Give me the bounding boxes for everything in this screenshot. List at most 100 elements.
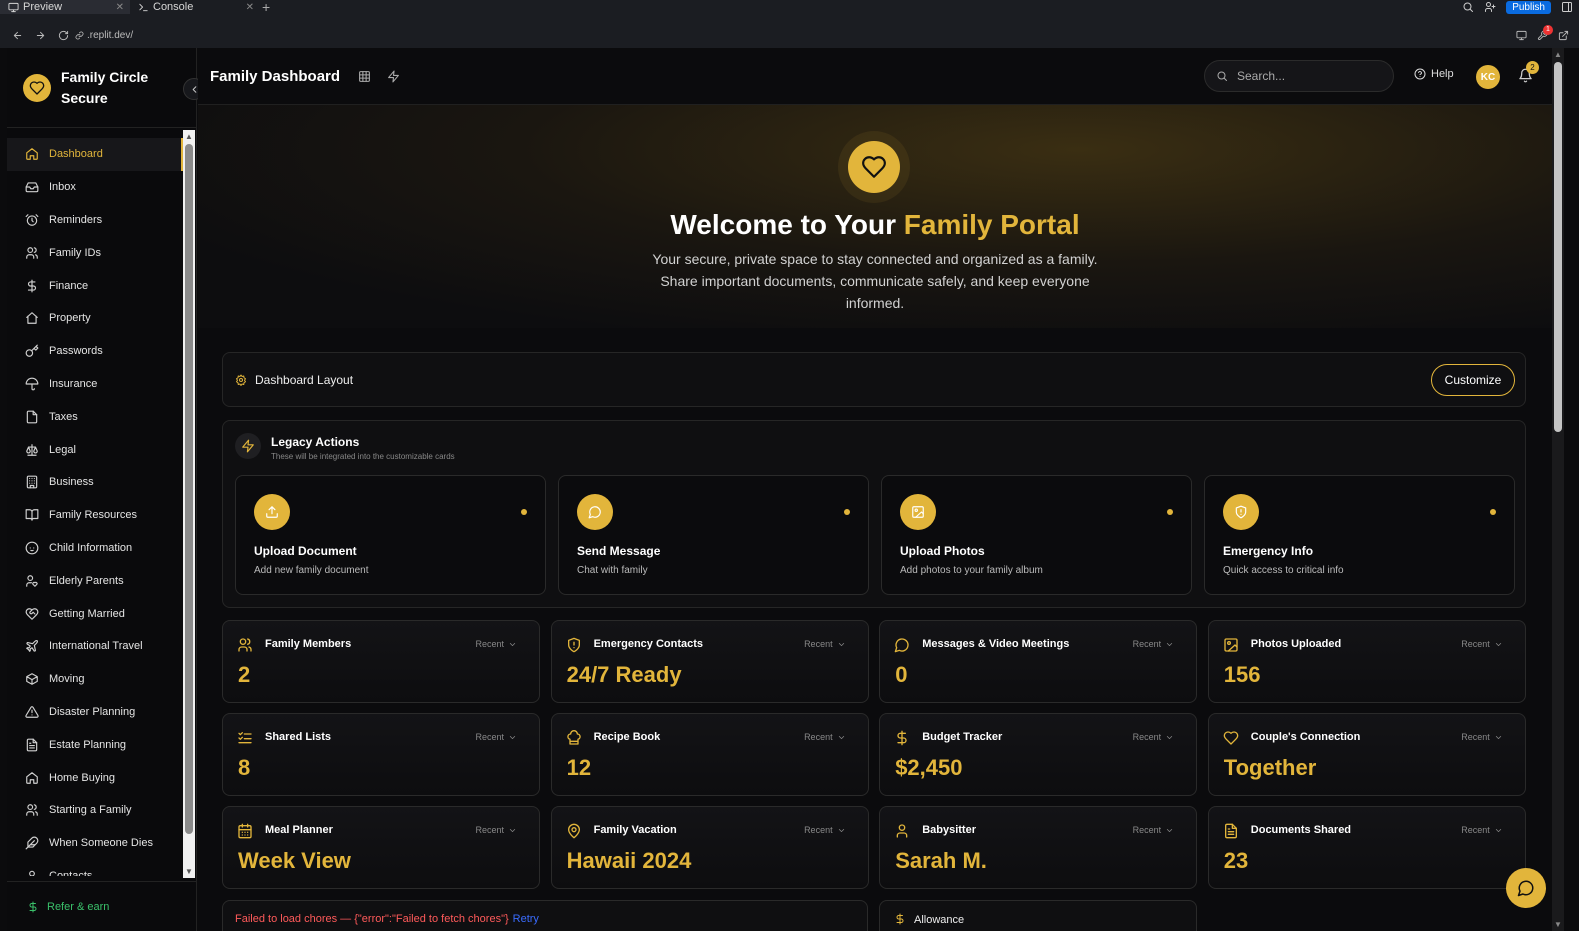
recent-label: Recent — [1132, 639, 1162, 649]
recent-dropdown[interactable]: Recent — [1133, 825, 1175, 835]
avatar[interactable]: KC — [1476, 65, 1500, 89]
new-tab-icon[interactable]: + — [262, 0, 270, 15]
stat-card-couple-s-connection[interactable]: Couple's Connection Recent Together — [1207, 713, 1526, 796]
url-field[interactable]: .replit.dev/ — [75, 30, 133, 41]
sidebar-item-home-buying[interactable]: Home Buying — [7, 761, 183, 794]
scrollbar-thumb[interactable] — [1554, 62, 1562, 432]
sidebar-scrollbar[interactable]: ▲ ▼ — [183, 130, 195, 878]
external-link-icon[interactable] — [1558, 30, 1569, 41]
close-icon[interactable]: ✕ — [116, 2, 124, 13]
action-upload-photos[interactable]: Upload Photos Add photos to your family a… — [881, 475, 1192, 595]
recent-dropdown[interactable]: Recent — [1461, 732, 1503, 742]
stat-icon — [894, 823, 910, 839]
sidebar-item-contacts[interactable]: Contacts — [7, 860, 183, 876]
user-add-icon[interactable] — [1484, 1, 1496, 13]
recent-dropdown[interactable]: Recent — [1133, 639, 1175, 649]
refresh-icon[interactable] — [58, 30, 69, 41]
sidebar-item-label: International Travel — [49, 640, 143, 653]
tab-preview[interactable]: Preview ✕ — [0, 0, 130, 14]
arrow-right-icon[interactable] — [35, 30, 46, 41]
devtools-button[interactable]: 1 — [1537, 24, 1553, 41]
zap-icon[interactable] — [387, 70, 400, 83]
sidebar-item-elderly-parents[interactable]: Elderly Parents — [7, 564, 183, 597]
action-send-message[interactable]: Send Message Chat with family — [558, 475, 869, 595]
retry-link[interactable]: Retry — [513, 913, 539, 925]
close-icon[interactable]: ✕ — [246, 2, 254, 13]
chevron-down-icon — [1494, 826, 1503, 835]
stat-card-recipe-book[interactable]: Recipe Book Recent 12 — [550, 713, 869, 796]
recent-dropdown[interactable]: Recent — [804, 639, 846, 649]
sidebar-item-label: Contacts — [49, 869, 93, 876]
scroll-down-icon[interactable]: ▼ — [1554, 920, 1562, 929]
action-upload-document[interactable]: Upload Document Add new family document — [235, 475, 546, 595]
stat-card-documents-shared[interactable]: Documents Shared Recent 23 — [1207, 806, 1526, 889]
sidebar-item-property[interactable]: Property — [7, 302, 183, 335]
devices-icon[interactable] — [1516, 30, 1527, 41]
tab-console[interactable]: Console ✕ — [130, 0, 260, 14]
dollar-icon — [894, 730, 910, 746]
sidebar-item-getting-married[interactable]: Getting Married — [7, 597, 183, 630]
action-emergency-info[interactable]: Emergency Info Quick access to critical i… — [1204, 475, 1515, 595]
sidebar-item-child-information[interactable]: Child Information — [7, 532, 183, 565]
customize-button[interactable]: Customize — [1431, 364, 1515, 396]
sidebar-item-finance[interactable]: Finance — [7, 269, 183, 302]
sidebar-item-reminders[interactable]: Reminders — [7, 204, 183, 237]
sidebar-item-legal[interactable]: Legal — [7, 433, 183, 466]
sidebar-item-dashboard[interactable]: Dashboard — [7, 138, 183, 171]
recent-label: Recent — [1461, 732, 1490, 742]
notifications-button[interactable]: 2 — [1518, 61, 1539, 83]
sidebar-item-international-travel[interactable]: International Travel — [7, 630, 183, 663]
sidebar-item-starting-a-family[interactable]: Starting a Family — [7, 794, 183, 827]
sidebar-item-disaster-planning[interactable]: Disaster Planning — [7, 696, 183, 729]
recent-label: Recent — [804, 732, 833, 742]
page-scrollbar[interactable]: ▲ ▼ — [1552, 48, 1564, 931]
panel-icon[interactable] — [1561, 1, 1573, 13]
recent-dropdown[interactable]: Recent — [475, 732, 517, 742]
stat-card-shared-lists[interactable]: Shared Lists Recent 8 — [222, 713, 540, 796]
search-icon[interactable] — [1462, 1, 1474, 13]
help-button[interactable]: Help — [1414, 68, 1454, 80]
scroll-down-icon[interactable]: ▼ — [185, 867, 193, 876]
sidebar-item-family-resources[interactable]: Family Resources — [7, 499, 183, 532]
recent-dropdown[interactable]: Recent — [1133, 732, 1175, 742]
stat-card-family-members[interactable]: Family Members Recent 2 — [222, 620, 540, 703]
stat-card-budget-tracker[interactable]: Budget Tracker Recent $2,450 — [879, 713, 1198, 796]
stat-card-meal-planner[interactable]: Meal Planner Recent Week View — [222, 806, 540, 889]
recent-dropdown[interactable]: Recent — [475, 825, 517, 835]
grid-icon[interactable] — [358, 70, 371, 83]
scroll-up-icon[interactable]: ▲ — [1554, 50, 1562, 59]
monitor-icon — [8, 2, 19, 13]
sidebar-item-taxes[interactable]: Taxes — [7, 400, 183, 433]
recent-dropdown[interactable]: Recent — [804, 732, 846, 742]
scrollbar-thumb[interactable] — [185, 144, 193, 834]
stat-card-photos-uploaded[interactable]: Photos Uploaded Recent 156 — [1207, 620, 1526, 703]
sidebar-item-insurance[interactable]: Insurance — [7, 368, 183, 401]
sidebar-item-moving[interactable]: Moving — [7, 663, 183, 696]
sidebar-item-family-ids[interactable]: Family IDs — [7, 236, 183, 269]
sidebar-item-when-someone-dies[interactable]: When Someone Dies — [7, 827, 183, 860]
chat-button[interactable] — [1506, 868, 1546, 908]
users-icon — [25, 803, 39, 817]
publish-button[interactable]: Publish — [1506, 0, 1551, 14]
sidebar-item-passwords[interactable]: Passwords — [7, 335, 183, 368]
stat-card-messages-video-meetings[interactable]: Messages & Video Meetings Recent 0 — [879, 620, 1198, 703]
recent-dropdown[interactable]: Recent — [475, 639, 517, 649]
sidebar-item-inbox[interactable]: Inbox — [7, 171, 183, 204]
stat-card-babysitter[interactable]: Babysitter Recent Sarah M. — [879, 806, 1198, 889]
scroll-up-icon[interactable]: ▲ — [185, 132, 193, 141]
sidebar-item-label: When Someone Dies — [49, 837, 153, 850]
recent-dropdown[interactable]: Recent — [1461, 639, 1503, 649]
stat-card-family-vacation[interactable]: Family Vacation Recent Hawaii 2024 — [550, 806, 869, 889]
allowance-card[interactable]: Allowance — [879, 900, 1197, 931]
action-icon — [1223, 494, 1259, 530]
stat-card-emergency-contacts[interactable]: Emergency Contacts Recent 24/7 Ready — [550, 620, 869, 703]
recent-dropdown[interactable]: Recent — [804, 825, 846, 835]
arrow-left-icon[interactable] — [12, 30, 23, 41]
refer-earn-link[interactable]: Refer & earn — [7, 881, 197, 931]
sidebar-item-business[interactable]: Business — [7, 466, 183, 499]
tab-label: Preview — [23, 1, 63, 13]
status-dot — [521, 509, 527, 515]
recent-dropdown[interactable]: Recent — [1461, 825, 1503, 835]
search-input[interactable]: Search... — [1204, 60, 1394, 92]
sidebar-item-estate-planning[interactable]: Estate Planning — [7, 728, 183, 761]
